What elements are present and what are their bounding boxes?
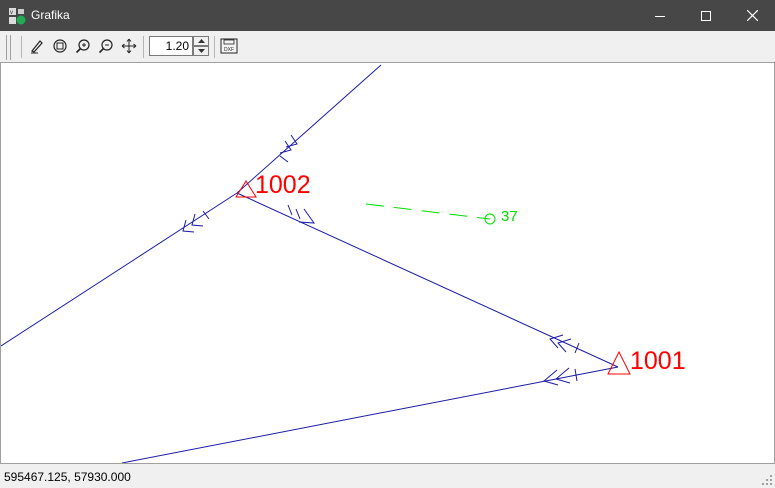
pan-button[interactable] [119,36,139,56]
toolbar-separator [143,36,144,58]
zoom-in-button[interactable] [73,36,93,56]
status-bar: 595467.125, 57930.000 [0,463,775,488]
window-title: Grafika [31,8,70,22]
toolbar-grip[interactable] [6,35,11,60]
zoom-in-icon [75,39,90,54]
zoom-out-icon [98,39,113,54]
zoom-spin-down-button[interactable] [193,46,209,56]
minimize-button[interactable] [637,0,683,31]
close-button[interactable] [729,0,775,31]
dxf-export-icon: DXF [220,38,238,54]
resize-grip-icon[interactable] [761,474,773,486]
zoom-out-button[interactable] [96,36,116,56]
maximize-icon [701,10,711,21]
direction-tick [295,208,301,220]
edit-pen-icon [31,40,43,54]
direction-tick [287,204,293,216]
control-point-label: 1002 [255,171,311,199]
toolbar-separator [21,36,22,58]
zoom-extents-icon [53,39,67,53]
control-point-label: 1001 [630,347,686,375]
control-point-marker[interactable] [607,350,631,375]
pan-icon [121,38,137,54]
direction-tick [279,155,289,163]
control-point-marker[interactable] [235,180,257,198]
close-icon [746,10,758,21]
direction-arrow [554,367,571,384]
toolbar-separator [214,36,215,58]
traverse-line [236,192,619,368]
detail-point-label: 37 [501,208,518,225]
direction-arrow [298,208,316,224]
traverse-lines [0,64,619,464]
toolbar: DXF [0,31,775,63]
svg-text:v: v [10,10,13,16]
cursor-coordinates: 595467.125, 57930.000 [4,470,131,484]
triangle-up-icon [197,39,205,43]
title-bar: v Grafika [0,0,775,31]
zoom-level-input[interactable]: 1.20 [149,36,193,56]
direction-arrow [279,140,292,154]
zoom-extents-button[interactable] [50,36,70,56]
traverse-line [0,192,238,347]
zoom-spin-up-button[interactable] [193,36,209,46]
edit-tool-button[interactable] [27,36,47,56]
minimize-icon [655,15,665,17]
maximize-button[interactable] [683,0,729,31]
direction-arrow [542,369,559,386]
grafika-app-icon: v [9,8,26,25]
svg-text:DXF: DXF [224,47,234,53]
detail-dashed-line [365,203,491,220]
triangle-down-icon [197,49,205,53]
dxf-export-button[interactable]: DXF [219,36,239,56]
drawing-canvas[interactable]: 37 1002 1001 [0,63,775,464]
drawing-area: 37 1002 1001 [0,64,686,464]
